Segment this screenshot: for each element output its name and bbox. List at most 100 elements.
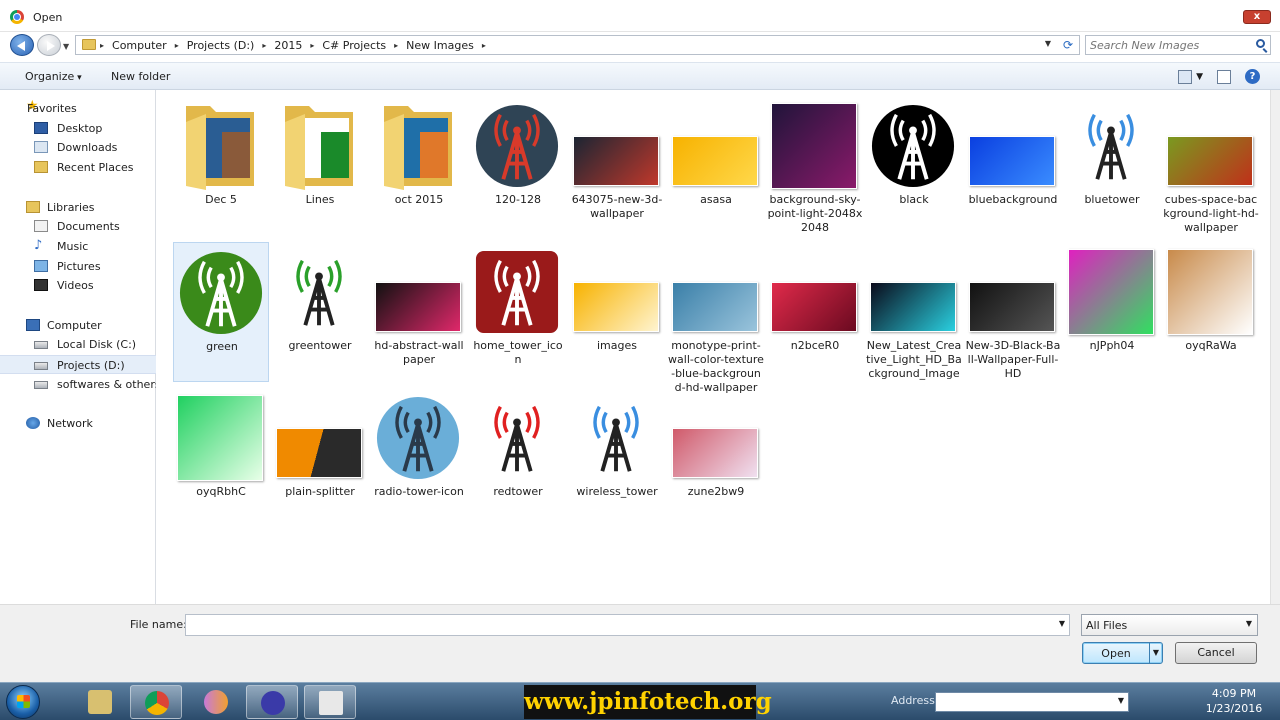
address-bar: ▼ ▸ Computer ▸ Projects (D:) ▸ 2015 ▸ C# Projec… <box>0 32 1280 58</box>
breadcrumb-separator-icon[interactable]: ▸ <box>310 41 314 50</box>
forward-button[interactable] <box>37 34 61 56</box>
filename-label: File name: <box>130 618 187 631</box>
taskbar-dotnet-app[interactable] <box>246 685 298 719</box>
file-item[interactable]: 643075-new-3d-wallpaper <box>569 96 665 236</box>
breadcrumb-separator-icon[interactable]: ▸ <box>394 41 398 50</box>
folder-item[interactable]: Dec 5 <box>173 96 269 236</box>
file-item[interactable]: cubes-space-background-light-hd-wallpape… <box>1163 96 1259 236</box>
file-item[interactable]: black <box>866 96 962 236</box>
file-item[interactable]: New-3D-Black-Ball-Wallpaper-Full-HD <box>965 242 1061 382</box>
file-name-label: oct 2015 <box>394 193 444 206</box>
help-icon[interactable]: ? <box>1245 69 1260 84</box>
computer-icon <box>26 319 40 331</box>
recent-locations-dropdown[interactable]: ▼ <box>63 42 69 51</box>
image-thumbnail <box>968 102 1056 190</box>
taskbar-chrome[interactable] <box>130 685 182 719</box>
sidebar-item[interactable]: ★ Favorites <box>0 99 156 118</box>
desktop-icon <box>34 122 48 134</box>
file-item[interactable]: plain-splitter <box>272 388 368 528</box>
image-thumbnail <box>473 394 561 482</box>
tools-icon <box>88 690 112 714</box>
preview-pane-icon[interactable] <box>1217 69 1231 84</box>
file-name-label: green <box>206 340 238 353</box>
view-dropdown-icon[interactable]: ▼ <box>1196 72 1203 82</box>
file-item[interactable]: monotype-print-wall-color-texture-blue-b… <box>668 242 764 394</box>
file-item[interactable]: New_Latest_Creative_Light_HD_Background_… <box>866 242 962 382</box>
drive-icon <box>34 362 48 370</box>
file-item[interactable]: bluetower <box>1064 96 1160 236</box>
file-item[interactable]: bluebackground <box>965 96 1061 236</box>
breadcrumb-separator-icon[interactable]: ▸ <box>482 41 486 50</box>
file-item[interactable]: oyqRbhC <box>173 388 269 528</box>
breadcrumb-item[interactable]: Computer <box>112 39 167 52</box>
file-item[interactable]: zune2bw9 <box>668 388 764 528</box>
search-icon[interactable] <box>1256 39 1265 48</box>
search-box[interactable] <box>1085 35 1271 55</box>
filetype-select[interactable]: All Files ▼ <box>1081 614 1258 636</box>
taskbar-address-dropdown-icon[interactable]: ▼ <box>1118 696 1124 705</box>
system-clock[interactable]: 4:09 PM 1/23/2016 <box>1200 686 1268 716</box>
breadcrumb-separator-icon[interactable]: ▸ <box>175 41 179 50</box>
file-item[interactable]: greentower <box>272 242 368 382</box>
file-item[interactable]: redtower <box>470 388 566 528</box>
file-name-label: hd-abstract-wallpaper <box>374 339 464 366</box>
folder-item[interactable]: oct 2015 <box>371 96 467 236</box>
open-split-dropdown-icon[interactable]: ▼ <box>1149 643 1162 663</box>
file-item[interactable]: nJPph04 <box>1064 242 1160 382</box>
cancel-button[interactable]: Cancel <box>1175 642 1257 664</box>
change-view-icon[interactable] <box>1178 69 1193 84</box>
filename-dropdown-icon[interactable]: ▼ <box>1059 619 1065 628</box>
refresh-icon[interactable]: ⟳ <box>1063 38 1073 52</box>
breadcrumb-item[interactable]: C# Projects <box>322 39 386 52</box>
sidebar-item[interactable]: Network <box>0 414 156 433</box>
sidebar-item[interactable]: softwares & others ( <box>0 375 156 394</box>
sidebar-item[interactable]: Projects (D:) <box>0 355 156 374</box>
sidebar-item[interactable]: Computer <box>0 316 156 335</box>
sidebar-item[interactable]: Local Disk (C:) <box>0 335 156 354</box>
sidebar-item[interactable]: Desktop <box>0 119 156 138</box>
taskbar-address-input[interactable]: ▼ <box>935 692 1129 712</box>
breadcrumb-item[interactable]: 2015 <box>274 39 302 52</box>
sidebar-item[interactable]: Videos <box>0 276 156 295</box>
breadcrumb-separator-icon[interactable]: ▸ <box>100 41 104 50</box>
sidebar-item[interactable]: Downloads <box>0 138 156 157</box>
taskbar-tools-app[interactable] <box>74 685 126 719</box>
file-item[interactable]: n2bceR0 <box>767 242 863 382</box>
file-item[interactable]: green <box>173 242 269 382</box>
file-item[interactable]: wireless_tower <box>569 388 665 528</box>
breadcrumb-item[interactable]: Projects (D:) <box>187 39 255 52</box>
file-item[interactable]: home_tower_icon <box>470 242 566 382</box>
sidebar-item[interactable]: Recent Places <box>0 158 156 177</box>
filetype-dropdown-icon[interactable]: ▼ <box>1246 619 1252 628</box>
image-preview <box>1068 249 1154 335</box>
breadcrumb-item[interactable]: New Images <box>406 39 474 52</box>
taskbar-dialog-window[interactable] <box>304 685 356 719</box>
sidebar-item[interactable]: ♪ Music <box>0 237 156 256</box>
folder-item[interactable]: Lines <box>272 96 368 236</box>
sidebar-item[interactable]: Libraries <box>0 198 156 217</box>
vertical-scrollbar[interactable] <box>1270 90 1280 604</box>
sidebar-item[interactable]: Documents <box>0 217 156 236</box>
image-thumbnail <box>572 248 660 336</box>
open-button[interactable]: Open ▼ <box>1082 642 1163 664</box>
file-item[interactable]: images <box>569 242 665 382</box>
file-item[interactable]: radio-tower-icon <box>371 388 467 528</box>
search-input[interactable] <box>1090 38 1250 52</box>
file-item[interactable]: background-sky-point-light-2048x2048 <box>767 96 863 236</box>
file-item[interactable]: oyqRaWa <box>1163 242 1259 382</box>
back-button[interactable] <box>10 34 34 56</box>
breadcrumb-separator-icon[interactable]: ▸ <box>262 41 266 50</box>
filename-input[interactable]: ▼ <box>185 614 1070 636</box>
sidebar-item[interactable]: Pictures <box>0 257 156 276</box>
organize-button[interactable]: Organize <box>25 70 82 83</box>
start-button[interactable] <box>6 685 40 719</box>
breadcrumb[interactable]: ▸ Computer ▸ Projects (D:) ▸ 2015 ▸ C# Projects… <box>75 35 1080 55</box>
close-button[interactable]: x <box>1243 10 1271 24</box>
file-item[interactable]: hd-abstract-wallpaper <box>371 242 467 382</box>
image-thumbnail <box>770 102 858 190</box>
file-item[interactable]: asasa <box>668 96 764 236</box>
new-folder-button[interactable]: New folder <box>111 70 170 83</box>
taskbar-visual-studio[interactable] <box>190 685 242 719</box>
file-item[interactable]: 120-128 <box>470 96 566 236</box>
address-dropdown-icon[interactable]: ▼ <box>1045 39 1051 48</box>
